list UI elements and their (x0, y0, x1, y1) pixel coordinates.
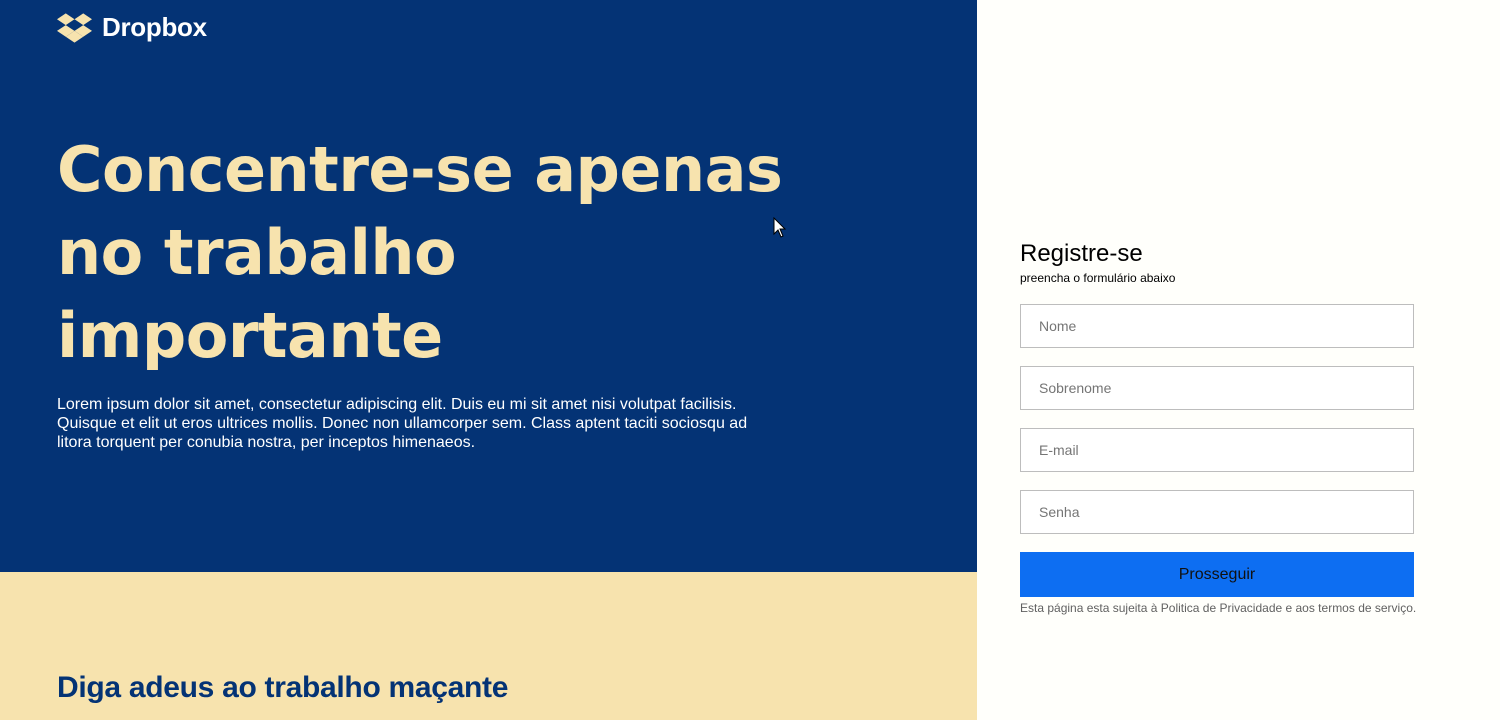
password-input[interactable] (1020, 490, 1414, 534)
legal-notice: Esta página esta sujeita à Politica de P… (1020, 601, 1417, 615)
dropbox-box-icon (57, 12, 92, 43)
hero-headline: Concentre-se apenas no trabalho importan… (57, 133, 783, 372)
continue-button[interactable]: Prosseguir (1020, 552, 1414, 597)
brand-name: Dropbox (102, 12, 207, 42)
page: Dropbox Concentre-se apenas no trabalho … (0, 0, 1500, 720)
form-title: Registre-se (1020, 240, 1143, 267)
email-input[interactable] (1020, 428, 1414, 472)
last-name-input[interactable] (1020, 366, 1414, 410)
section-heading: Diga adeus ao trabalho maçante (57, 671, 509, 704)
left-panel: Dropbox Concentre-se apenas no trabalho … (0, 0, 977, 720)
signup-form: Registre-se preencha o formulário abaixo… (1020, 238, 1417, 615)
first-name-input[interactable] (1020, 304, 1414, 348)
hero-section: Dropbox Concentre-se apenas no trabalho … (0, 0, 977, 572)
hero-description: Lorem ipsum dolor sit amet, consectetur … (57, 396, 748, 451)
brand-logo[interactable]: Dropbox (57, 12, 207, 43)
form-subtitle: preencha o formulário abaixo (1020, 271, 1176, 285)
mouse-pointer-icon (773, 217, 787, 238)
form-fields (1020, 304, 1414, 534)
